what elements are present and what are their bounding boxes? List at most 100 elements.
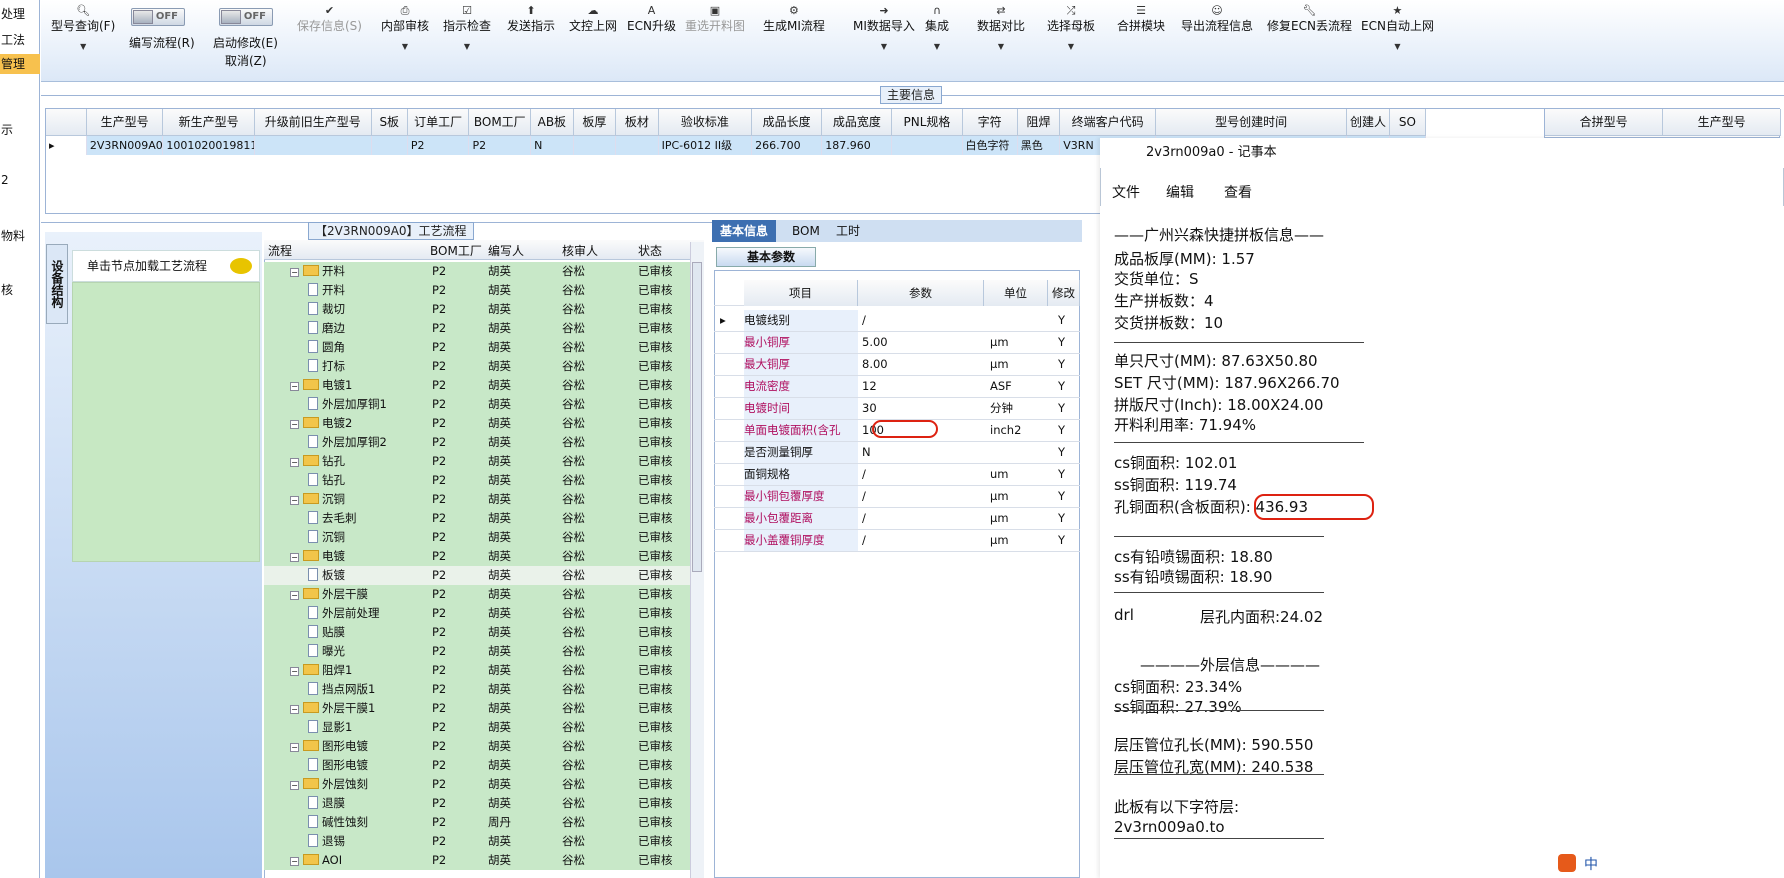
- param-modify[interactable]: Y: [1058, 508, 1065, 529]
- tree-row[interactable]: − 图形电镀 P2 胡英 谷松 已审核: [264, 737, 690, 756]
- param-row[interactable]: ▸ 电镀线别 / Y: [714, 310, 1080, 332]
- tree-row[interactable]: − 外层干膜 P2 胡英 谷松 已审核: [264, 585, 690, 604]
- ecn-auto-button[interactable]: ★ ECN自动上网 ▼: [1361, 4, 1434, 51]
- table-cell[interactable]: 10010200198118: [162, 135, 255, 155]
- param-row[interactable]: 最大铜厚 8.00 μm Y: [714, 354, 1080, 376]
- column-header[interactable]: 项目: [744, 280, 858, 306]
- column-header[interactable]: PNL规格: [891, 109, 963, 136]
- reselect-drawing-button[interactable]: ▣ 重选开料图: [685, 4, 745, 34]
- left-nav-item[interactable]: 管理: [0, 54, 40, 74]
- collapse-icon[interactable]: −: [290, 743, 299, 752]
- equipment-structure-tab[interactable]: 设备结构: [46, 244, 68, 324]
- param-modify[interactable]: Y: [1058, 442, 1065, 463]
- tree-row[interactable]: 显影1 P2 胡英 谷松 已审核: [264, 718, 690, 737]
- tree-row[interactable]: 圆角 P2 胡英 谷松 已审核: [264, 338, 690, 357]
- column-header[interactable]: AB板: [530, 109, 574, 136]
- data-compare-button[interactable]: ⇄ 数据对比 ▼: [977, 4, 1025, 51]
- table-cell[interactable]: [371, 135, 408, 155]
- select-mother-button[interactable]: ⤮ 选择母板 ▼: [1047, 4, 1095, 51]
- tree-row[interactable]: 贴膜 P2 胡英 谷松 已审核: [264, 623, 690, 642]
- export-flow-button[interactable]: ☺ 导出流程信息: [1181, 4, 1253, 34]
- column-header[interactable]: 成品宽度: [821, 109, 893, 136]
- tree-row[interactable]: − 钻孔 P2 胡英 谷松 已审核: [264, 452, 690, 471]
- collapse-icon[interactable]: −: [290, 591, 299, 600]
- tree-row[interactable]: − AOI P2 胡英 谷松 已审核: [264, 851, 690, 870]
- tab-basic-info[interactable]: 基本信息: [712, 220, 777, 242]
- param-value[interactable]: /: [862, 486, 866, 507]
- mi-import-button[interactable]: ➜ MI数据导入 ▼: [853, 4, 915, 51]
- left-nav-item[interactable]: 工法: [0, 30, 40, 50]
- left-nav-item[interactable]: 处理: [0, 4, 40, 24]
- column-header[interactable]: S板: [371, 109, 408, 136]
- column-header[interactable]: 型号创建时间: [1155, 109, 1348, 136]
- param-row[interactable]: 电镀时间 30 分钟 Y: [714, 398, 1080, 420]
- table-cell[interactable]: N: [530, 135, 574, 155]
- column-header[interactable]: 生产型号: [86, 109, 164, 136]
- param-row[interactable]: 是否测量铜厚 N Y: [714, 442, 1080, 464]
- collapse-icon[interactable]: −: [290, 781, 299, 790]
- table-cell[interactable]: IPC-6012 II级: [658, 135, 753, 155]
- repair-ecn-button[interactable]: 🔧︎ 修复ECN丢流程: [1267, 4, 1352, 34]
- column-header[interactable]: 板材: [615, 109, 659, 136]
- left-nav-item[interactable]: 示: [0, 120, 40, 140]
- param-value[interactable]: 5.00: [862, 332, 888, 353]
- tree-row[interactable]: − 外层干膜1 P2 胡英 谷松 已审核: [264, 699, 690, 718]
- menu-edit[interactable]: 编辑: [1166, 182, 1194, 202]
- collapse-icon[interactable]: −: [290, 268, 299, 277]
- table-cell[interactable]: [891, 135, 963, 155]
- tab-basic-params[interactable]: 基本参数: [716, 247, 816, 267]
- param-value[interactable]: /: [862, 530, 866, 551]
- tree-row[interactable]: 裁切 P2 胡英 谷松 已审核: [264, 300, 690, 319]
- table-cell[interactable]: [615, 135, 659, 155]
- param-value[interactable]: /: [862, 508, 866, 529]
- tree-row[interactable]: − 阻焊1 P2 胡英 谷松 已审核: [264, 661, 690, 680]
- collapse-icon[interactable]: −: [290, 496, 299, 505]
- param-row[interactable]: 最小包覆距离 / μm Y: [714, 508, 1080, 530]
- table-cell[interactable]: [573, 135, 617, 155]
- param-row[interactable]: 面铜规格 / um Y: [714, 464, 1080, 486]
- column-header[interactable]: 终端客户代码: [1059, 109, 1156, 136]
- param-value[interactable]: /: [862, 464, 866, 485]
- ecn-upgrade-button[interactable]: A ECN升级: [627, 4, 676, 34]
- collapse-icon[interactable]: −: [290, 458, 299, 467]
- cancel-button[interactable]: 取消(Z): [225, 52, 267, 69]
- table-cell[interactable]: 2V3RN009A0: [86, 135, 164, 155]
- collapse-icon[interactable]: −: [290, 857, 299, 866]
- edit-flow-toggle[interactable]: OFF: [131, 8, 185, 26]
- column-header[interactable]: 字符: [962, 109, 1018, 136]
- param-modify[interactable]: Y: [1058, 376, 1065, 397]
- tree-row[interactable]: − 沉铜 P2 胡英 谷松 已审核: [264, 490, 690, 509]
- collapse-icon[interactable]: −: [290, 667, 299, 676]
- left-nav-item[interactable]: 物料: [0, 226, 40, 246]
- tree-row[interactable]: − 电镀1 P2 胡英 谷松 已审核: [264, 376, 690, 395]
- param-value[interactable]: 12: [862, 376, 877, 397]
- param-modify[interactable]: Y: [1058, 398, 1065, 419]
- param-row[interactable]: 最小铜厚 5.00 μm Y: [714, 332, 1080, 354]
- tab-work-hours[interactable]: 工时: [828, 220, 868, 242]
- tree-row[interactable]: 沉铜 P2 胡英 谷松 已审核: [264, 528, 690, 547]
- column-header[interactable]: BOM工厂: [468, 109, 532, 136]
- column-header[interactable]: 单位: [984, 280, 1048, 306]
- merge-module-button[interactable]: ☰ 合拼模块: [1117, 4, 1165, 34]
- collapse-icon[interactable]: −: [290, 705, 299, 714]
- column-header[interactable]: 验收标准: [658, 109, 753, 136]
- doc-upload-button[interactable]: ☁ 文控上网: [569, 4, 617, 34]
- instruction-check-button[interactable]: ☑ 指示检查 ▼: [443, 4, 491, 51]
- tree-row[interactable]: 退膜 P2 胡英 谷松 已审核: [264, 794, 690, 813]
- save-info-button[interactable]: ✔ 保存信息(S): [297, 4, 362, 34]
- node-area[interactable]: [72, 282, 260, 562]
- param-row[interactable]: 电流密度 12 ASF Y: [714, 376, 1080, 398]
- table-cell[interactable]: 266.700: [751, 135, 823, 155]
- tree-row[interactable]: 外层加厚铜2 P2 胡英 谷松 已审核: [264, 433, 690, 452]
- param-row[interactable]: 最小盖覆铜厚度 / μm Y: [714, 530, 1080, 552]
- column-header[interactable]: 修改: [1048, 280, 1080, 306]
- tree-row[interactable]: 挡点网版1 P2 胡英 谷松 已审核: [264, 680, 690, 699]
- tree-scroll-thumb[interactable]: [692, 262, 702, 572]
- tree-row[interactable]: 碱性蚀刻 P2 周丹 谷松 已审核: [264, 813, 690, 832]
- column-header[interactable]: 合拼型号: [1545, 109, 1664, 136]
- column-header[interactable]: 生产型号: [1662, 109, 1781, 136]
- param-modify[interactable]: Y: [1058, 332, 1065, 353]
- type-query-button[interactable]: 🔍︎ 型号查询(F) ▼: [51, 4, 115, 51]
- integrate-button[interactable]: ∩ 集成 ▼: [925, 4, 949, 51]
- collapse-icon[interactable]: −: [290, 420, 299, 429]
